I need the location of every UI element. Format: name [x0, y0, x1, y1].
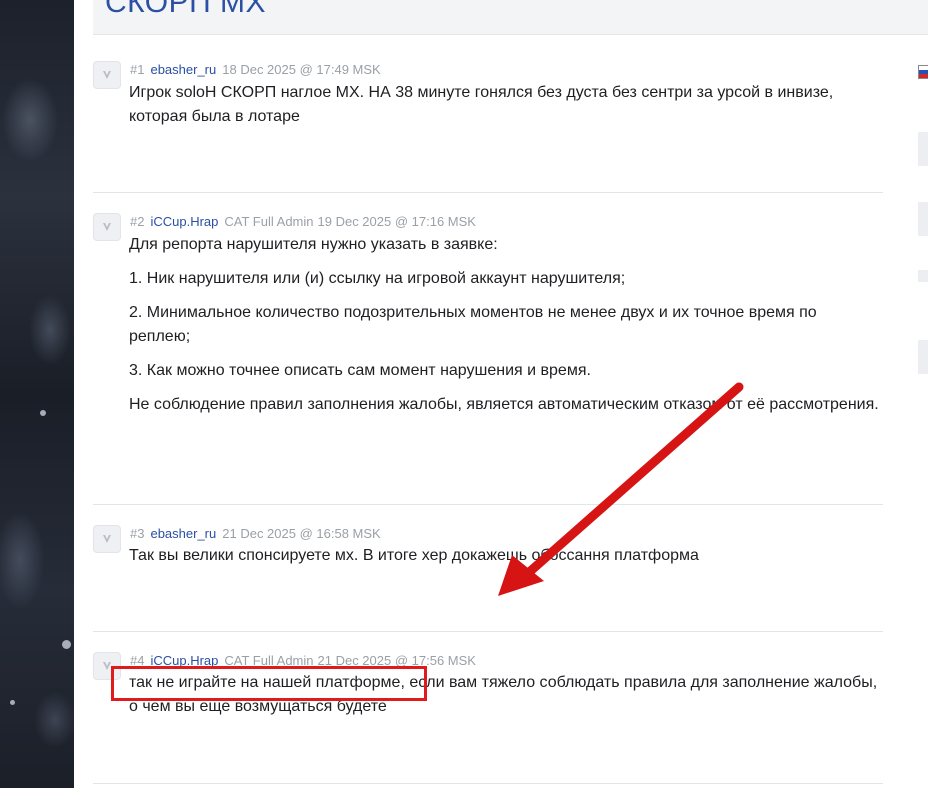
annotation-highlight-box	[111, 666, 427, 701]
